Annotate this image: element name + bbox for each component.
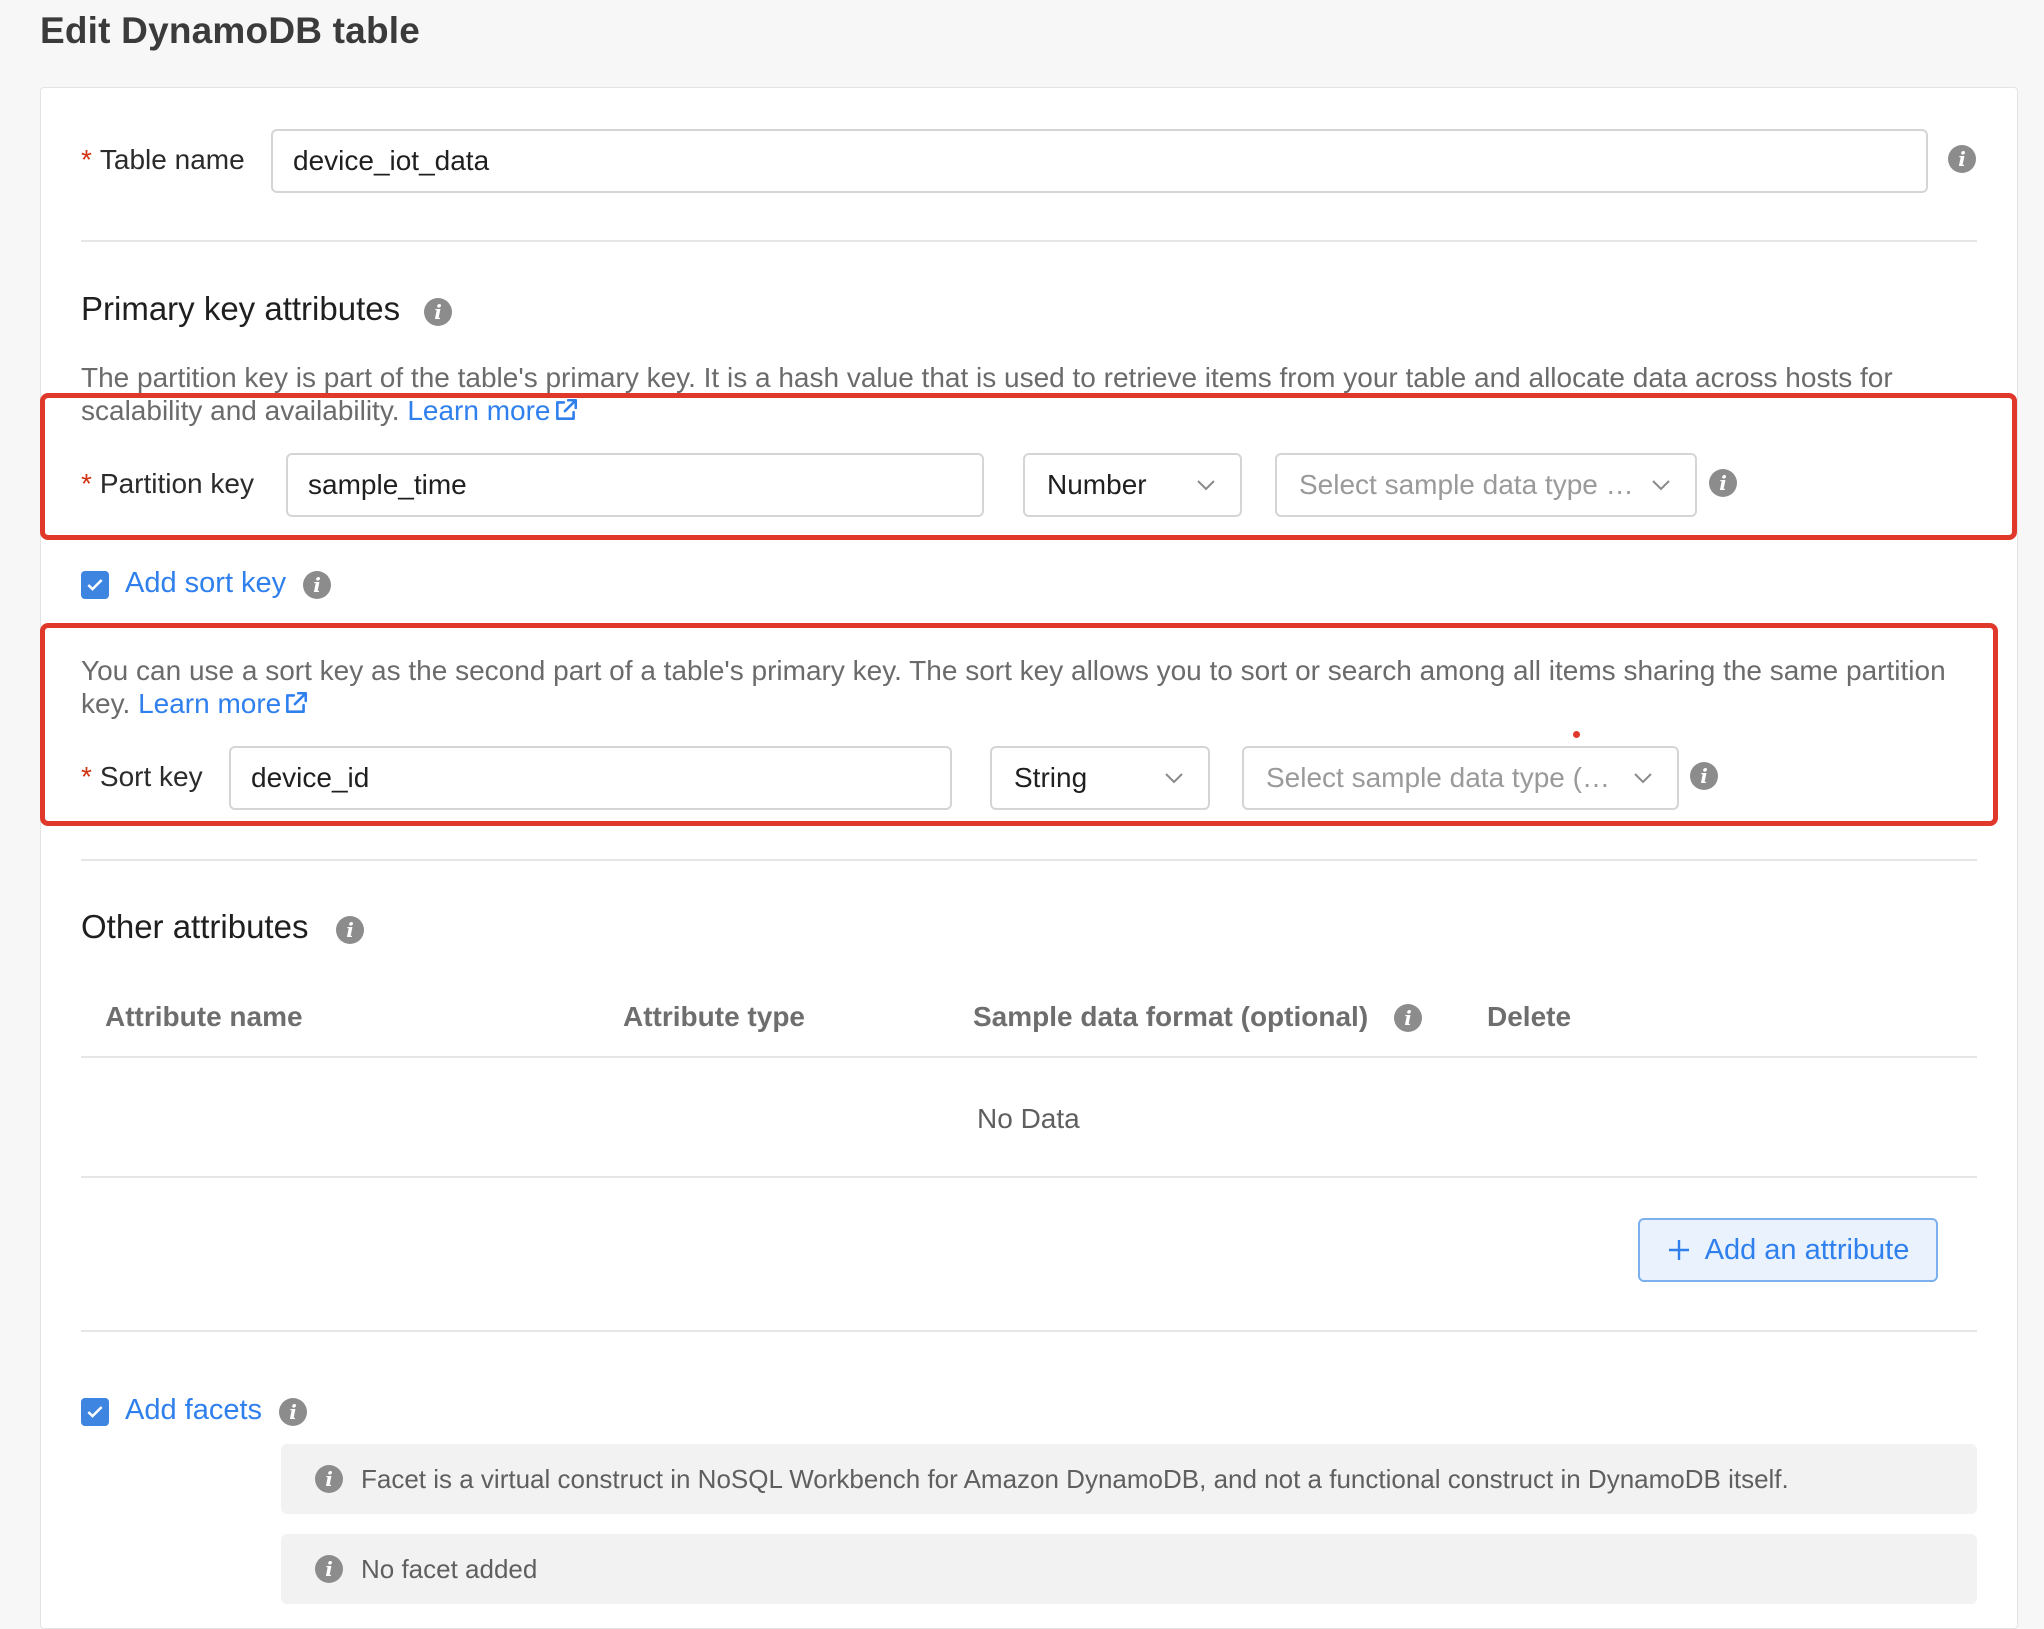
sort-key-description: You can use a sort key as the second par… [81, 655, 1946, 719]
divider [81, 859, 1977, 861]
facet-empty-banner: i No facet added [281, 1534, 1977, 1604]
sort-learn-more-link[interactable]: Learn more [138, 688, 309, 719]
partition-key-input[interactable]: sample_time [286, 453, 984, 517]
plus-icon [1668, 1240, 1689, 1260]
add-sort-key-label[interactable]: Add sort key [125, 567, 286, 600]
facets-info-icon[interactable]: i [279, 1398, 307, 1426]
sort-key-sample-select[interactable]: Select sample data type (… [1242, 746, 1679, 810]
check-icon [87, 579, 103, 591]
column-header-sample-format: Sample data format (optional) [973, 1001, 1369, 1032]
partition-key-description: The partition key is part of the table's… [81, 362, 1893, 426]
required-asterisk: * [81, 144, 92, 175]
add-facets-checkbox[interactable] [81, 1398, 109, 1426]
sort-key-sample-info-icon[interactable]: i [1690, 762, 1718, 790]
chevron-down-icon [1652, 480, 1670, 491]
other-attributes-title: Other attributes [81, 908, 309, 945]
column-header-attribute-name: Attribute name [105, 1001, 303, 1032]
primary-key-title: Primary key attributes [81, 290, 401, 327]
external-link-icon [286, 691, 308, 713]
other-attributes-info-icon[interactable]: i [336, 916, 364, 944]
external-link-icon [555, 398, 577, 420]
primary-key-info-icon[interactable]: i [424, 298, 452, 326]
sort-key-label: * Sort key [81, 761, 203, 792]
add-facets-label[interactable]: Add facets [125, 1394, 262, 1427]
required-asterisk: * [81, 761, 92, 792]
divider [81, 1330, 1977, 1332]
table-header-divider [81, 1056, 1977, 1058]
partition-key-info-icon[interactable]: i [1709, 469, 1737, 497]
page-title: Edit DynamoDB table [40, 10, 421, 51]
add-attribute-button[interactable]: Add an attribute [1638, 1218, 1938, 1282]
partition-key-sample-select[interactable]: Select sample data type … [1275, 453, 1697, 517]
column-header-delete: Delete [1487, 1001, 1572, 1032]
sample-format-info-icon[interactable]: i [1394, 1004, 1422, 1032]
facet-info-banner: i Facet is a virtual construct in NoSQL … [281, 1444, 1977, 1514]
column-header-attribute-type: Attribute type [623, 1001, 805, 1032]
chevron-down-icon [1634, 773, 1652, 784]
chevron-down-icon [1165, 773, 1183, 784]
partition-learn-more-link[interactable]: Learn more [407, 395, 578, 426]
annotation-dot [1573, 731, 1580, 738]
sort-key-type-select[interactable]: String [990, 746, 1210, 810]
sort-key-input[interactable]: device_id [229, 746, 952, 810]
partition-key-label: * Partition key [81, 468, 254, 499]
sort-key-info-icon[interactable]: i [303, 571, 331, 599]
table-name-label: * Table name [81, 144, 245, 175]
info-icon: i [315, 1555, 343, 1583]
chevron-down-icon [1197, 480, 1215, 491]
check-icon [87, 1406, 103, 1418]
attributes-empty-text: No Data [977, 1103, 1080, 1134]
divider [81, 240, 1977, 242]
required-asterisk: * [81, 468, 92, 499]
divider [81, 1176, 1977, 1178]
partition-key-type-select[interactable]: Number [1023, 453, 1242, 517]
table-name-info-icon[interactable]: i [1948, 145, 1976, 173]
table-name-input[interactable]: device_iot_data [271, 129, 1928, 193]
add-sort-key-checkbox[interactable] [81, 571, 109, 599]
info-icon: i [315, 1465, 343, 1493]
